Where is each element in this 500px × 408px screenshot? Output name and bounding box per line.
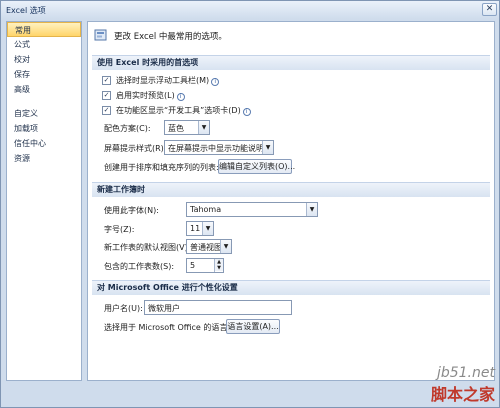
chevron-down-icon[interactable]: ▼ [220,240,231,253]
default-view-select[interactable]: 普通视图 ▼ [186,239,232,254]
language-label: 选择用于 Microsoft Office 的语言: [104,323,231,332]
edit-custom-lists-button[interactable]: 编辑自定义列表(O)... [218,159,295,174]
nav-item-formulas[interactable]: 公式 [7,37,81,52]
nav-item-save[interactable]: 保存 [7,67,81,82]
info-icon: i [242,108,251,116]
username-label: 用户名(U): [104,304,143,313]
section-title-personalize: 对 Microsoft Office 进行个性化设置 [92,280,490,295]
nav-item-advanced[interactable]: 高级 [7,82,81,97]
default-view-label: 新工作表的默认视图(V): [104,243,191,252]
info-icon: i [176,93,185,101]
sheet-count-stepper[interactable]: 5 ▲ ▼ [186,258,224,273]
default-view-value: 普通视图 [190,243,222,252]
watermark-url: jb51.net [436,365,495,381]
option-label: 启用实时预览(L) [116,91,175,100]
custom-lists-label: 创建用于排序和填充序列的列表: [104,163,219,172]
panel-header-text: 更改 Excel 中最常用的选项。 [114,32,227,42]
nav-item-popular[interactable]: 常用 [7,22,81,37]
nav-item-customize[interactable]: 自定义 [7,106,81,121]
tooltip-style-label: 屏幕提示样式(R): [104,144,167,153]
font-label: 使用此字体(N): [104,206,159,215]
nav-item-addins[interactable]: 加载项 [7,121,81,136]
font-size-label: 字号(Z): [104,225,135,234]
title-bar: Excel 选项 ✕ [1,1,499,19]
watermark: jb51.net 脚本之家 [431,365,495,405]
checkbox[interactable]: ✓ [102,106,111,115]
font-size-select[interactable]: 11 ▼ [186,221,214,236]
options-panel: 更改 Excel 中最常用的选项。 使用 Excel 时采用的首选项 ✓ 选择时… [87,21,495,381]
nav-item-proofing[interactable]: 校对 [7,52,81,67]
username-field[interactable]: 微软用户 [144,300,292,315]
stepper-buttons: ▲ ▼ [214,259,223,272]
close-button[interactable]: ✕ [482,3,497,16]
window-title: Excel 选项 [6,6,46,15]
font-size-value: 11 [190,224,201,233]
sheet-count-label: 包含的工作表数(S): [104,262,175,271]
chevron-down-icon[interactable]: ▼ [306,203,317,216]
section-title-new-workbook: 新建工作簿时 [92,182,490,197]
username-value: 微软用户 [148,304,180,313]
nav-item-trust-center[interactable]: 信任中心 [7,136,81,151]
watermark-site-name: 脚本之家 [430,385,495,404]
checkbox[interactable]: ✓ [102,76,111,85]
font-value: Tahoma [190,205,222,214]
language-settings-button[interactable]: 语言设置(A)... [226,319,280,334]
tooltip-style-select[interactable]: 在屏幕提示中显示功能说明 ▼ [164,140,274,155]
nav-divider [7,97,81,106]
nav-item-resources[interactable]: 资源 [7,151,81,166]
color-scheme-label: 配色方案(C): [104,124,151,133]
chevron-down-icon[interactable]: ▼ [198,121,209,134]
info-icon: i [211,78,220,86]
sheet-count-value: 5 [190,261,196,270]
options-icon [94,29,107,41]
stepper-down-icon[interactable]: ▼ [215,265,223,271]
checkbox[interactable]: ✓ [102,91,111,100]
tooltip-style-value: 在屏幕提示中显示功能说明 [168,144,264,153]
option-label: 在功能区显示“开发工具”选项卡(D) [116,106,241,115]
category-nav: 常用 公式 校对 保存 高级 自定义 加载项 信任中心 资源 [6,21,82,381]
excel-options-window: Excel 选项 ✕ 常用 公式 校对 保存 高级 自定义 加载项 信任中心 资… [0,0,500,408]
section-title-preferences: 使用 Excel 时采用的首选项 [92,55,490,70]
chevron-down-icon[interactable]: ▼ [262,141,273,154]
color-scheme-value: 蓝色 [168,124,184,133]
chevron-down-icon[interactable]: ▼ [202,222,213,235]
font-select[interactable]: Tahoma ▼ [186,202,318,217]
color-scheme-select[interactable]: 蓝色 ▼ [164,120,210,135]
option-label: 选择时显示浮动工具栏(M) [116,76,210,85]
